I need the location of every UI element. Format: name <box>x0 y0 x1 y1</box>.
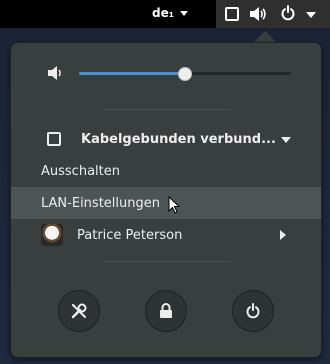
network-icon <box>225 7 239 21</box>
lan-settings-item[interactable]: LAN-Einstellungen <box>11 187 321 219</box>
user-name: Patrice Peterson <box>77 227 183 243</box>
keyboard-layout-indicator[interactable]: de₁ <box>152 6 188 20</box>
settings-icon <box>71 303 87 319</box>
volume-icon <box>250 7 266 21</box>
avatar <box>41 224 63 246</box>
shutdown-label: Ausschalten <box>41 163 120 179</box>
mouse-cursor-icon <box>168 196 180 214</box>
volume-low-icon[interactable] <box>47 65 65 81</box>
chevron-down-icon <box>179 10 188 16</box>
system-menu: Kabelgebunden verbund... Ausschalten LAN… <box>10 42 322 358</box>
chevron-down-icon <box>306 12 316 18</box>
network-wired-icon <box>47 132 61 146</box>
separator <box>101 109 231 110</box>
volume-slider-handle[interactable] <box>178 67 192 81</box>
top-bar: de₁ <box>0 0 330 28</box>
wired-connection-item[interactable]: Kabelgebunden verbund... <box>11 123 321 155</box>
user-item[interactable]: Patrice Peterson <box>11 219 321 251</box>
power-icon <box>281 5 295 21</box>
settings-button[interactable] <box>58 290 100 332</box>
chevron-right-icon <box>280 230 286 240</box>
menu-pointer <box>254 31 276 42</box>
lock-button[interactable] <box>145 290 187 332</box>
lock-icon <box>160 303 172 318</box>
lan-settings-label: LAN-Einstellungen <box>41 195 160 211</box>
keyboard-layout-label: de₁ <box>152 6 174 20</box>
chevron-down-icon <box>281 137 291 143</box>
power-off-button[interactable] <box>232 290 274 332</box>
shutdown-item[interactable]: Ausschalten <box>11 155 321 187</box>
power-icon <box>246 303 260 319</box>
wired-connection-label: Kabelgebunden verbund... <box>81 131 276 147</box>
separator <box>101 261 231 262</box>
volume-slider-fill <box>79 72 185 75</box>
